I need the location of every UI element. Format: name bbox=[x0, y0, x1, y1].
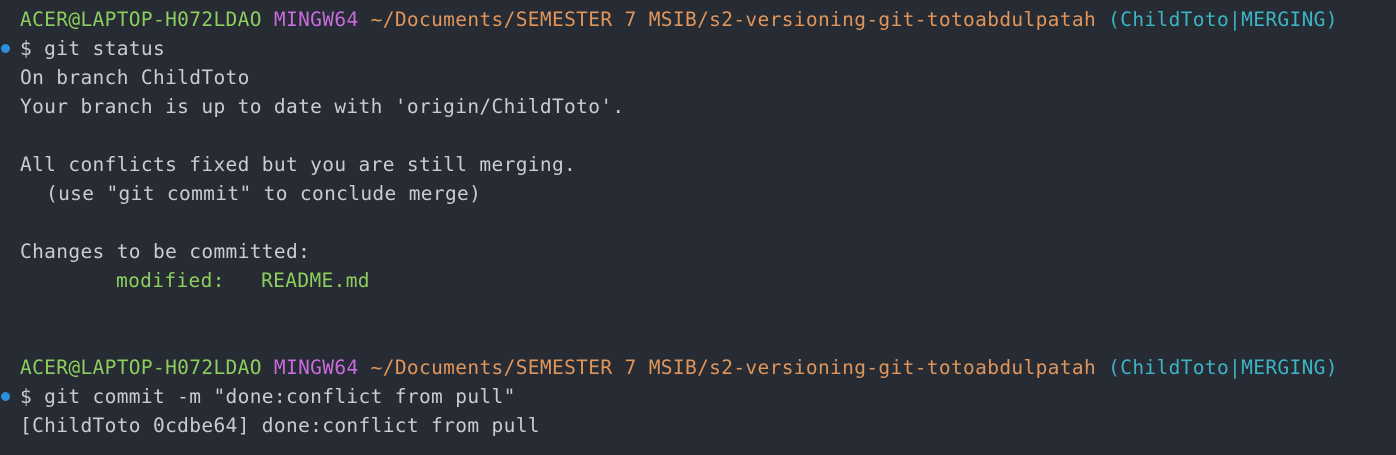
prompt-system: MINGW64 bbox=[273, 356, 359, 379]
command-marker-icon[interactable] bbox=[1, 44, 10, 53]
prompt-merge-state: MERGING) bbox=[1241, 8, 1338, 31]
command-marker-icon[interactable] bbox=[1, 392, 10, 401]
prompt-merge-state: MERGING) bbox=[1241, 356, 1338, 379]
command-text: $ git commit -m "done:conflict from pull… bbox=[20, 385, 516, 408]
output-line: [ChildToto 0cdbe64] done:conflict from p… bbox=[20, 414, 540, 437]
prompt-user-host: ACER@LAPTOP-H072LDAO bbox=[20, 8, 262, 31]
prompt-branch: (ChildToto bbox=[1108, 356, 1230, 379]
prompt-user-host: ACER@LAPTOP-H072LDAO bbox=[20, 356, 262, 379]
prompt-separator: | bbox=[1229, 356, 1242, 379]
output-line: (use "git commit" to conclude merge) bbox=[46, 182, 482, 205]
command-line: $ git status bbox=[0, 34, 1396, 63]
output-line: On branch ChildToto bbox=[20, 66, 250, 89]
modified-file-line: modified: README.md bbox=[116, 269, 370, 292]
prompt-line: ACER@LAPTOP-H072LDAO MINGW64 ~/Documents… bbox=[0, 353, 1396, 382]
output-line: All conflicts fixed but you are still me… bbox=[20, 153, 577, 176]
output-line: Your branch is up to date with 'origin/C… bbox=[20, 95, 625, 118]
prompt-branch: (ChildToto bbox=[1108, 8, 1230, 31]
prompt-path: ~/Documents/SEMESTER 7 MSIB/s2-versionin… bbox=[370, 8, 1097, 31]
output-line: Changes to be committed: bbox=[20, 240, 311, 263]
command-text: $ git status bbox=[20, 37, 166, 60]
prompt-line: ACER@LAPTOP-H072LDAO MINGW64 ~/Documents… bbox=[0, 5, 1396, 34]
prompt-system: MINGW64 bbox=[273, 8, 359, 31]
command-line: $ git commit -m "done:conflict from pull… bbox=[0, 382, 1396, 411]
output-line-blank bbox=[0, 121, 1396, 150]
prompt-separator: | bbox=[1229, 8, 1242, 31]
terminal-window[interactable]: ACER@LAPTOP-H072LDAO MINGW64 ~/Documents… bbox=[0, 0, 1396, 455]
output-line-blank bbox=[0, 208, 1396, 237]
prompt-path: ~/Documents/SEMESTER 7 MSIB/s2-versionin… bbox=[370, 356, 1097, 379]
